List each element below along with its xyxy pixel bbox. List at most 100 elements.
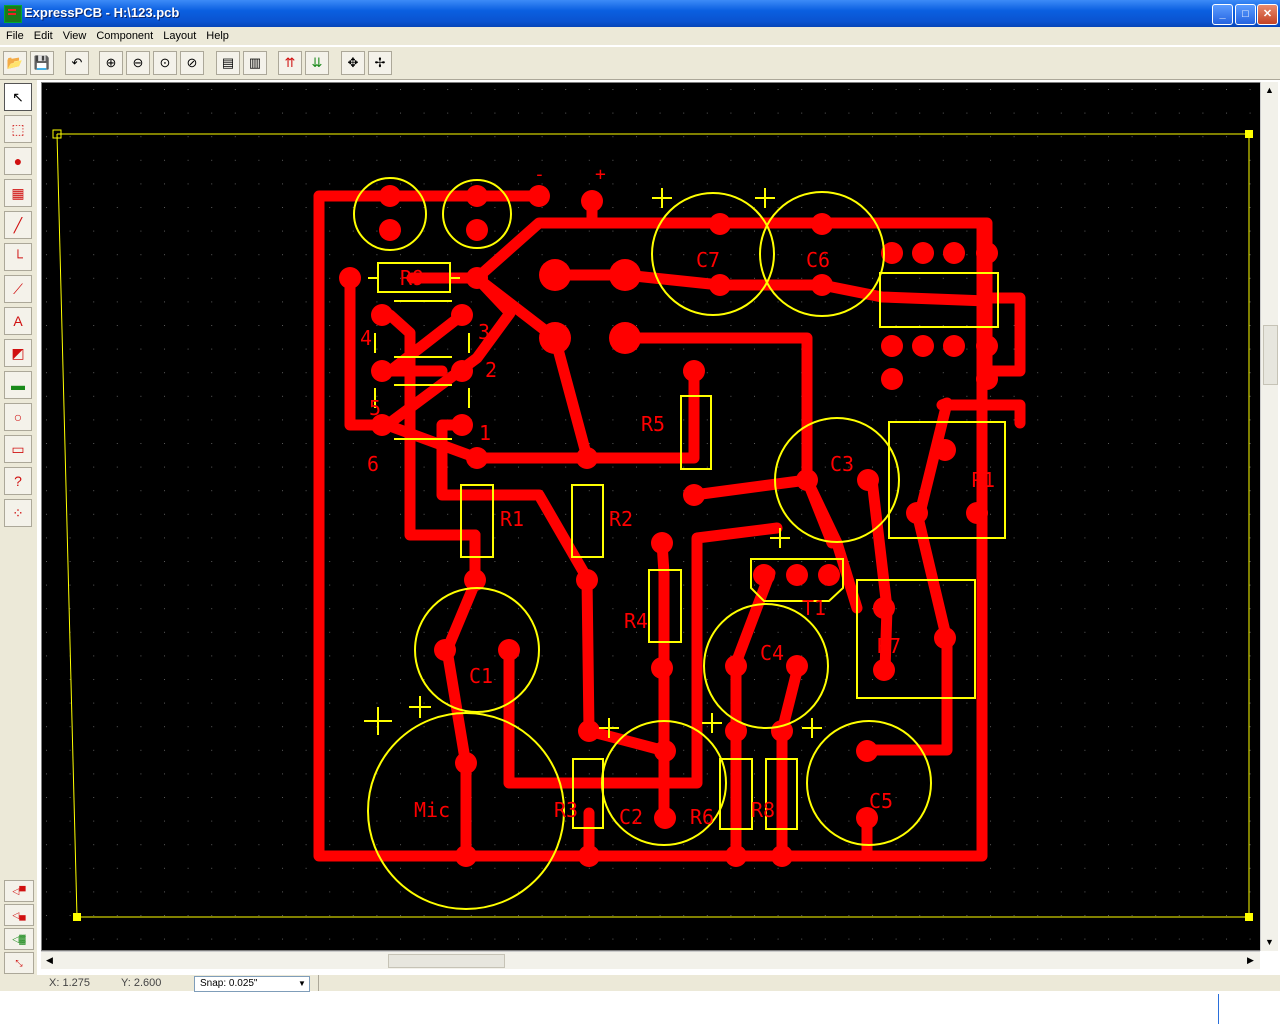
tool-palette: ↖ ⬚ ● ▦ ╱ └ ⟋ A ◩ ▬ ○ ▭ ? ⁘ ◁▀ ◁▄ ◁▓ ⤡ (0, 80, 37, 975)
label-c1: C1 (469, 664, 493, 688)
snap-value: Snap: 0.025" (200, 978, 258, 989)
move-to-top-button[interactable]: ⇈ (278, 51, 302, 75)
component-properties-button[interactable]: ▥ (243, 51, 267, 75)
zoom-out-icon: ⊖ (132, 55, 144, 70)
label-pin-1: 1 (479, 421, 491, 445)
label-r2: R2 (609, 507, 633, 531)
label-pin-3: 3 (478, 320, 490, 344)
zoom-window-tool-icon: ⬚ (11, 121, 25, 137)
zoom-previous-button[interactable]: ⊘ (180, 51, 204, 75)
center-all-button[interactable]: ✢ (368, 51, 392, 75)
vertical-scroll-thumb[interactable] (1263, 325, 1278, 385)
scroll-down-icon[interactable]: ▼ (1263, 935, 1276, 950)
save-icon: 💾 (33, 55, 51, 70)
label-c5: C5 (869, 789, 893, 813)
properties-button[interactable]: ▤ (216, 51, 240, 75)
layer-both-button[interactable]: ◁▓ (4, 928, 34, 950)
netlist-tool-icon: ⁘ (12, 505, 24, 521)
center-button[interactable]: ✥ (341, 51, 365, 75)
layer-top-icon: ◁▀ (12, 886, 26, 896)
line-tool-icon: ⟋ (13, 281, 23, 297)
layer-connect-button[interactable]: ⤡ (4, 952, 34, 974)
module-tool-button[interactable]: ▬ (4, 371, 32, 399)
netlist-tool-button[interactable]: ⁘ (4, 499, 32, 527)
x-coordinate: X: 1.275 (49, 977, 90, 989)
move-to-top-icon: ⇈ (284, 55, 296, 70)
menu-edit[interactable]: Edit (28, 27, 57, 44)
menu-component[interactable]: Component (90, 27, 157, 44)
scroll-up-icon[interactable]: ▲ (1263, 83, 1276, 98)
menu-bar: File Edit View Component Layout Help (0, 27, 1280, 45)
label-r4: R4 (624, 609, 648, 633)
menu-view[interactable]: View (57, 27, 91, 44)
chevron-down-icon[interactable]: ▼ (295, 977, 309, 991)
undo-icon: ↶ (71, 55, 83, 70)
rectangle-tool-button[interactable]: ▭ (4, 435, 32, 463)
board-corner-handle[interactable] (1245, 913, 1253, 921)
label-r5: R5 (641, 412, 665, 436)
label-r7: R7 (877, 634, 901, 658)
select-tool-button[interactable]: ↖ (4, 83, 32, 111)
select-tool-icon: ↖ (12, 89, 24, 105)
open-button[interactable]: 📂 (3, 51, 27, 75)
move-to-bottom-button[interactable]: ⇊ (305, 51, 329, 75)
text-tool-icon: A (13, 313, 23, 329)
menu-help[interactable]: Help (200, 27, 233, 44)
trace-tool-button[interactable]: ╱ (4, 211, 32, 239)
menu-layout[interactable]: Layout (157, 27, 200, 44)
text-cursor (1218, 994, 1219, 1024)
text-tool-button[interactable]: A (4, 307, 32, 335)
label-pin-4: 4 (360, 326, 372, 350)
zoom-in-button[interactable]: ⊕ (99, 51, 123, 75)
board-corner-handle[interactable] (1245, 130, 1253, 138)
label-r9: R9 (400, 266, 424, 290)
layer-bottom-icon: ◁▄ (12, 910, 26, 920)
label-mic: Mic (414, 798, 450, 822)
zoom-in-icon: ⊕ (105, 55, 117, 70)
zoom-previous-icon: ⊘ (186, 55, 198, 70)
undo-button[interactable]: ↶ (65, 51, 89, 75)
save-button[interactable]: 💾 (30, 51, 54, 75)
label-c6: C6 (806, 248, 830, 272)
pcb-drawing[interactable]: R9 4 3 2 5 1 6 C7 C6 R5 C3 P1 R1 R2 C1 R… (42, 83, 1260, 950)
label-plus: + (595, 164, 606, 185)
component-properties-icon: ▥ (248, 55, 262, 70)
layer-connect-icon: ⤡ (15, 958, 23, 968)
zoom-out-button[interactable]: ⊖ (126, 51, 150, 75)
label-r1: R1 (500, 507, 524, 531)
fill-tool-icon: ◩ (11, 345, 25, 361)
status-bar: X: 1.275 Y: 2.600 Snap: 0.025" ▼ (0, 975, 1280, 992)
pad-properties-tool-button[interactable]: ? (4, 467, 32, 495)
component-tool-button[interactable]: ▦ (4, 179, 32, 207)
expresspcb-app-icon[interactable] (4, 5, 22, 23)
horizontal-scroll-thumb[interactable] (388, 954, 505, 968)
circle-tool-button[interactable]: ○ (4, 403, 32, 431)
layer-bottom-button[interactable]: ◁▄ (4, 904, 34, 926)
line-tool-button[interactable]: ⟋ (4, 275, 32, 303)
snap-select[interactable]: Snap: 0.025" ▼ (194, 976, 310, 992)
label-pin-6: 6 (367, 452, 379, 476)
corner-tool-icon: └ (13, 249, 23, 265)
scroll-right-icon[interactable]: ▶ (1243, 953, 1258, 968)
label-c7: C7 (696, 248, 720, 272)
pad-tool-button[interactable]: ● (4, 147, 32, 175)
maximize-button[interactable]: □ (1235, 4, 1256, 25)
module-tool-icon: ▬ (11, 377, 25, 393)
rectangle-tool-icon: ▭ (11, 441, 25, 457)
horizontal-scrollbar[interactable]: ◀ ▶ (41, 951, 1260, 969)
zoom-fit-button[interactable]: ⊙ (153, 51, 177, 75)
board-corner-handle[interactable] (73, 913, 81, 921)
pcb-canvas[interactable]: R9 4 3 2 5 1 6 C7 C6 R5 C3 P1 R1 R2 C1 R… (41, 82, 1261, 951)
label-pin-5: 5 (369, 396, 381, 420)
fill-tool-button[interactable]: ◩ (4, 339, 32, 367)
label-t1: T1 (802, 596, 826, 620)
scroll-left-icon[interactable]: ◀ (42, 953, 57, 968)
minimize-button[interactable]: _ (1212, 4, 1233, 25)
zoom-window-tool-button[interactable]: ⬚ (4, 115, 32, 143)
menu-file[interactable]: File (0, 27, 28, 44)
label-r6: R6 (690, 805, 714, 829)
vertical-scrollbar[interactable]: ▲ ▼ (1260, 82, 1278, 951)
close-button[interactable]: ✕ (1257, 4, 1278, 25)
corner-tool-button[interactable]: └ (4, 243, 32, 271)
layer-top-button[interactable]: ◁▀ (4, 880, 34, 902)
